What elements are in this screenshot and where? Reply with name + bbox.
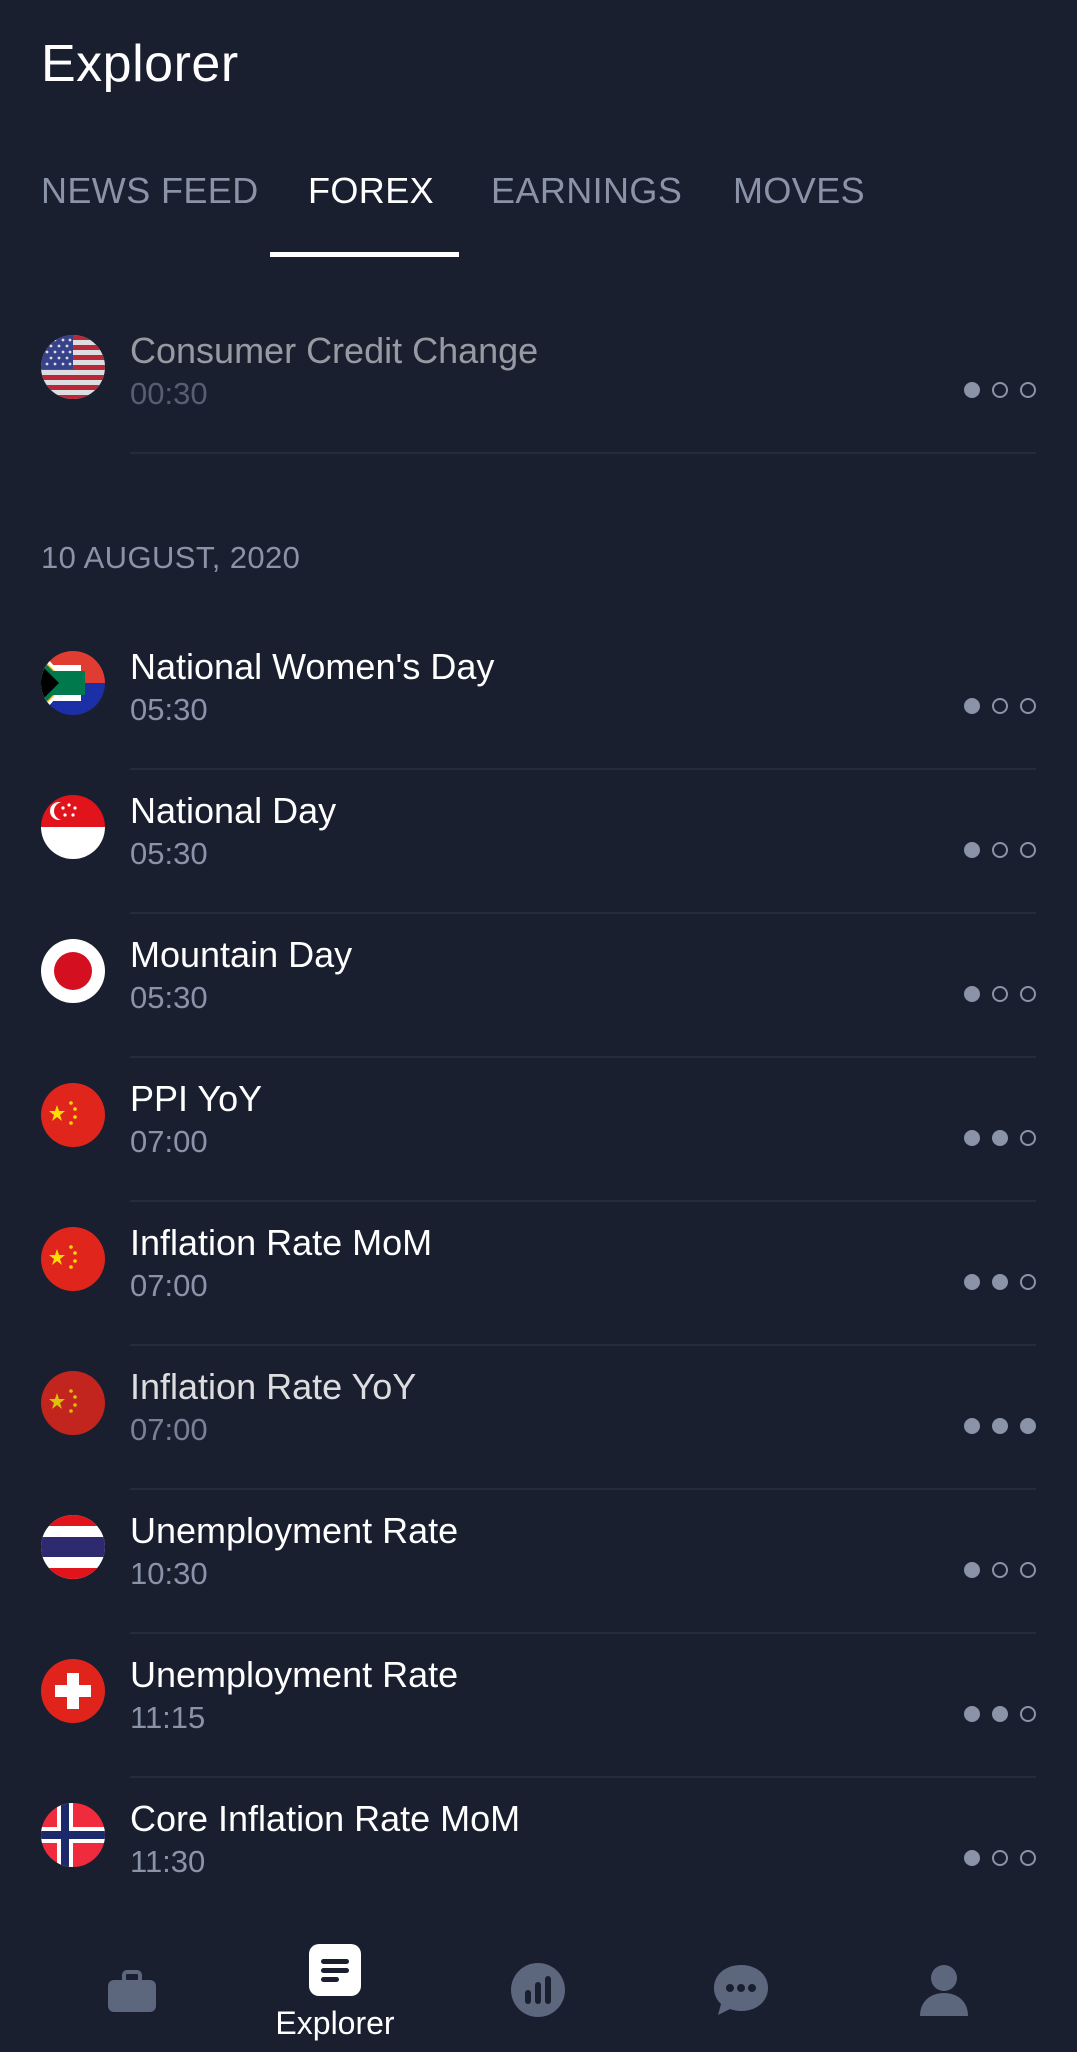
nav-portfolio[interactable] <box>62 1930 202 2052</box>
importance-indicator <box>964 1706 1036 1722</box>
event-time: 05:30 <box>130 692 208 727</box>
event-name: Inflation Rate MoM <box>130 1222 433 1263</box>
china-flag-icon <box>41 1227 105 1291</box>
event-row[interactable]: Inflation Rate YoY 07:00 <box>0 1346 1077 1490</box>
importance-indicator <box>964 1850 1036 1866</box>
nav-profile[interactable] <box>874 1930 1014 2052</box>
tab-moves[interactable]: MOVES <box>733 170 865 212</box>
nav-explorer[interactable]: Explorer <box>265 1930 405 2052</box>
importance-indicator <box>964 1274 1036 1290</box>
event-name: National Day <box>130 790 337 831</box>
briefcase-icon <box>108 1970 156 2012</box>
event-row[interactable]: Core Inflation Rate MoM 11:30 <box>0 1778 1077 1922</box>
nav-charts[interactable] <box>468 1930 608 2052</box>
event-name: Unemployment Rate <box>130 1654 459 1695</box>
norway-flag-icon <box>41 1803 105 1867</box>
event-row[interactable]: National Women's Day 05:30 <box>0 626 1077 770</box>
event-time: 11:15 <box>130 1700 206 1735</box>
event-row[interactable]: Inflation Rate MoM 07:00 <box>0 1202 1077 1346</box>
event-name: Mountain Day <box>130 934 353 975</box>
event-name: Inflation Rate YoY <box>130 1366 417 1407</box>
event-row[interactable]: Mountain Day 05:30 <box>0 914 1077 1058</box>
tab-forex[interactable]: FOREX <box>308 170 434 212</box>
explorer-icon <box>309 1944 361 1996</box>
page-title: Explorer <box>41 35 239 93</box>
event-row[interactable]: Unemployment Rate 10:30 <box>0 1490 1077 1634</box>
china-flag-icon <box>41 1083 105 1147</box>
importance-indicator <box>964 382 1036 398</box>
nav-explorer-label: Explorer <box>275 2005 395 2041</box>
event-time: 07:00 <box>130 1268 208 1303</box>
china-flag-icon <box>41 1371 105 1435</box>
event-name: PPI YoY <box>130 1078 263 1119</box>
event-time: 00:30 <box>130 376 208 411</box>
importance-indicator <box>964 986 1036 1002</box>
switzerland-flag-icon <box>41 1659 105 1723</box>
profile-icon <box>920 1965 968 2016</box>
active-tab-indicator <box>270 252 459 257</box>
event-row[interactable]: Unemployment Rate 11:15 <box>0 1634 1077 1778</box>
importance-indicator <box>964 842 1036 858</box>
tab-bar: NEWS FEED FOREX EARNINGS MOVES <box>0 150 1077 260</box>
tab-news-feed[interactable]: NEWS FEED <box>41 170 259 212</box>
event-row[interactable]: PPI YoY 07:00 <box>0 1058 1077 1202</box>
event-time: 05:30 <box>130 980 208 1015</box>
event-name: Consumer Credit Change <box>130 330 539 371</box>
importance-indicator <box>964 698 1036 714</box>
chart-icon <box>511 1963 565 2017</box>
importance-indicator <box>964 1418 1036 1434</box>
event-time: 10:30 <box>130 1556 208 1591</box>
event-time: 05:30 <box>130 836 208 871</box>
event-name: National Women's Day <box>130 646 495 687</box>
divider <box>130 452 1036 454</box>
south-africa-flag-icon <box>41 651 105 715</box>
chat-icon <box>714 1965 768 2015</box>
event-time: 07:00 <box>130 1412 208 1447</box>
importance-indicator <box>964 1562 1036 1578</box>
event-time: 11:30 <box>130 1844 206 1879</box>
event-name: Core Inflation Rate MoM <box>130 1798 521 1839</box>
japan-flag-icon <box>41 939 105 1003</box>
bottom-navigation: Explorer <box>0 1930 1077 2052</box>
nav-chat[interactable] <box>671 1930 811 2052</box>
event-time: 07:00 <box>130 1124 208 1159</box>
event-row[interactable]: Consumer Credit Change 00:30 <box>0 310 1077 454</box>
event-name: Unemployment Rate <box>130 1510 459 1551</box>
us-flag-icon <box>41 335 105 399</box>
event-row[interactable]: National Day 05:30 <box>0 770 1077 914</box>
thailand-flag-icon <box>41 1515 105 1579</box>
singapore-flag-icon <box>41 795 105 859</box>
tab-earnings[interactable]: EARNINGS <box>491 170 682 212</box>
date-header: 10 AUGUST, 2020 <box>41 540 301 575</box>
importance-indicator <box>964 1130 1036 1146</box>
